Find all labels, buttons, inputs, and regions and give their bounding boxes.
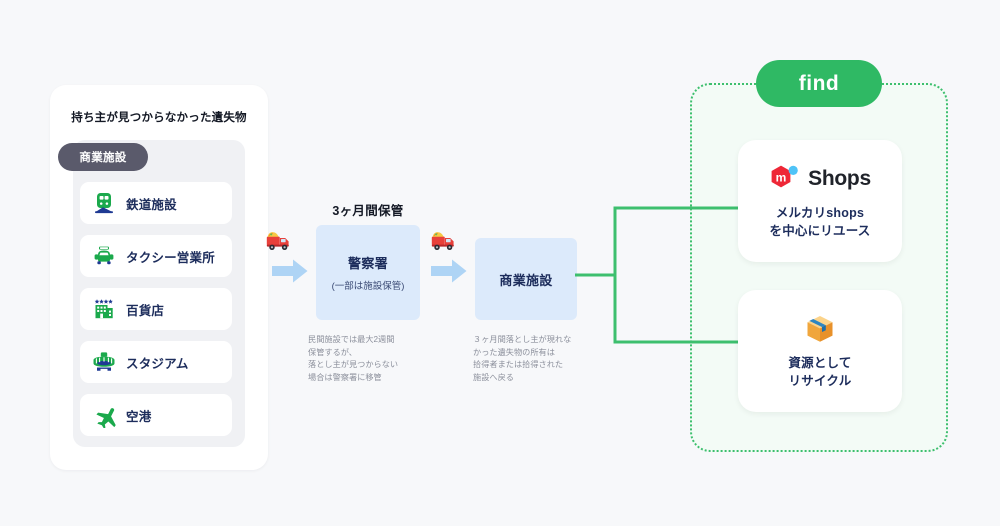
box-title: 商業施設	[499, 272, 553, 288]
card-description-line: リサイクル	[788, 374, 852, 388]
airport-icon	[90, 401, 118, 429]
box-title: 警察署	[348, 256, 388, 271]
list-item[interactable]: スタジアム	[80, 341, 232, 383]
svg-text:m: m	[776, 170, 787, 184]
taxi-icon	[90, 242, 118, 270]
shops-wordmark: Shops	[808, 166, 871, 190]
badge-label: 商業施設	[79, 152, 127, 164]
list-item-label: 空港	[126, 409, 152, 424]
flow-arrow-icon	[431, 258, 467, 284]
flow-arrow-icon	[272, 258, 308, 284]
mercari-shops-logo: m Shops	[769, 162, 871, 196]
caption-line: 民間施設では最大2週間	[308, 335, 395, 344]
box-subtitle: (一部は施設保管)	[331, 281, 405, 292]
train-icon	[90, 189, 118, 217]
caption-line: 拾得者または拾得された	[473, 360, 564, 370]
card-description-line: メルカリshops	[775, 205, 865, 220]
caption-line: 保管するが、	[308, 347, 357, 357]
list-item[interactable]: 空港	[80, 394, 232, 436]
list-item[interactable]: タクシー営業所	[80, 235, 232, 277]
caption-line: 施設へ戻る	[473, 373, 514, 383]
commercial-step-caption: ３ヶ月間落とし主が現れな かった遺失物の所有は 拾得者または拾得された 施設へ戻…	[473, 334, 603, 385]
delivery-truck-icon	[266, 230, 292, 252]
caption-line: ３ヶ月間落とし主が現れな	[473, 335, 572, 344]
list-item-label: スタジアム	[126, 356, 189, 371]
diagram-canvas: 持ち主が見つからなかった遺失物 商業施設 鉄道施設 タクシー営業所 百貨店 スタ…	[0, 0, 1000, 526]
caption-line: 場合は警察署に移管	[308, 373, 382, 383]
list-item-label: タクシー営業所	[126, 250, 215, 265]
card-description-line: を中心にリユース	[769, 224, 871, 238]
list-item[interactable]: 百貨店	[80, 288, 232, 330]
delivery-truck-icon	[431, 230, 457, 252]
facility-list: 鉄道施設 タクシー営業所 百貨店 スタジアム 空港	[80, 182, 232, 447]
card-description-line: 資源として	[788, 355, 852, 370]
package-box-icon	[803, 312, 837, 346]
panel-title: 持ち主が見つからなかった遺失物	[71, 112, 247, 124]
mercari-shops-card[interactable]: m Shops メルカリshops を中心にリユース	[738, 140, 902, 262]
find-badge-label: find	[798, 71, 840, 95]
police-station-box: 警察署 (一部は施設保管)	[316, 225, 420, 320]
list-item[interactable]: 鉄道施設	[80, 182, 232, 224]
list-item-label: 百貨店	[126, 303, 165, 318]
list-item-label: 鉄道施設	[126, 197, 177, 212]
commercial-facility-box: 商業施設	[475, 238, 577, 320]
recycle-card[interactable]: 資源として リサイクル	[738, 290, 902, 412]
department-store-icon	[90, 295, 118, 323]
find-badge: find	[756, 60, 882, 107]
card-description: メルカリshops を中心にリユース	[770, 204, 871, 240]
caption-line: 落とし主が見つからない	[308, 360, 399, 370]
storage-duration-heading: 3ヶ月間保管	[332, 204, 404, 218]
commercial-facility-badge: 商業施設	[58, 143, 148, 171]
card-description: 資源として リサイクル	[788, 354, 851, 390]
police-step-caption: 民間施設では最大2週間 保管するが、 落とし主が見つからない 場合は警察署に移管	[308, 334, 433, 385]
caption-line: かった遺失物の所有は	[473, 347, 555, 357]
stadium-icon	[90, 348, 118, 376]
